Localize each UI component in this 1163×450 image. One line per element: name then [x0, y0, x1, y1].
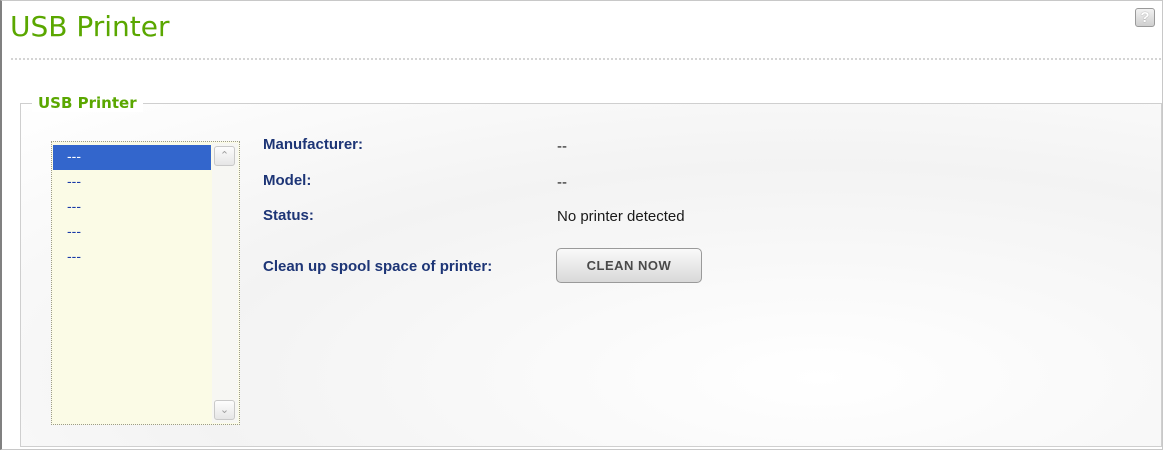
group-legend: USB Printer: [32, 94, 143, 112]
title-divider: [11, 58, 1161, 60]
chevron-down-icon[interactable]: ⌄: [214, 400, 235, 420]
chevron-up-icon[interactable]: ⌃: [214, 146, 235, 166]
page-title: USB Printer: [10, 10, 170, 43]
status-value: No printer detected: [557, 208, 685, 225]
printer-list-item[interactable]: ---: [53, 245, 211, 270]
help-icon[interactable]: ?: [1135, 8, 1155, 27]
listbox-scrollbar[interactable]: ⌃ ⌄: [212, 143, 238, 423]
model-label: Model:: [263, 172, 312, 189]
model-value: --: [557, 174, 567, 191]
printer-list-item[interactable]: ---: [53, 195, 211, 220]
printer-listbox[interactable]: --- --- --- --- --- ⌃ ⌄: [51, 141, 240, 425]
manufacturer-label: Manufacturer:: [263, 136, 364, 153]
printer-list-item[interactable]: ---: [53, 145, 211, 170]
printer-list-item[interactable]: ---: [53, 170, 211, 195]
usb-printer-panel: USB Printer ? USB Printer --- --- --- --…: [0, 0, 1163, 450]
status-label: Status:: [263, 207, 314, 224]
printer-list-items: --- --- --- --- ---: [53, 145, 211, 270]
manufacturer-value: --: [557, 138, 567, 155]
printer-list-item[interactable]: ---: [53, 220, 211, 245]
cleanup-label: Clean up spool space of printer:: [263, 258, 493, 275]
clean-now-button[interactable]: CLEAN NOW: [556, 248, 702, 283]
